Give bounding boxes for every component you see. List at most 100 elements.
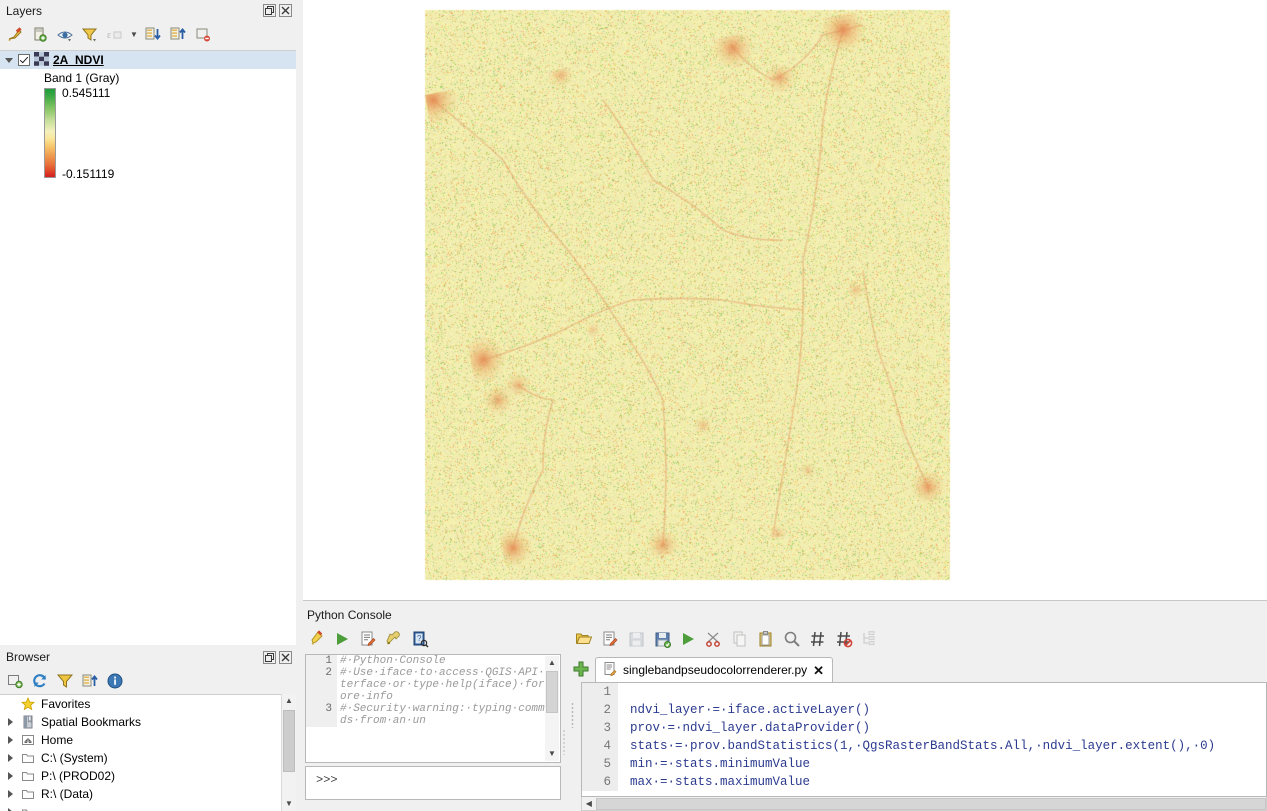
expand-arrow[interactable] [5,771,15,781]
scroll-up-arrow[interactable]: ▲ [282,694,296,708]
layers-close-button[interactable] [279,4,292,17]
eye-icon[interactable] [53,24,77,46]
help-book-icon[interactable]: ? [407,627,433,651]
raster-layer-icon [34,51,49,69]
add-group-icon[interactable] [28,24,52,46]
add-layer-icon[interactable] [3,670,27,692]
code-line: 5 min·=·stats.minimumValue [582,755,1266,773]
browser-item-home[interactable]: Home [0,731,296,749]
code-line-number: 2 [582,701,618,719]
ndvi-raster-layer [303,0,1267,600]
layers-float-button[interactable] [263,4,276,17]
console-output-scrollbar[interactable]: ▲ ▼ [545,656,559,761]
editor-horizontal-scrollbar[interactable]: ◀ [581,797,1267,811]
color-ramp-gradient [44,88,56,178]
code-line-number: 6 [582,773,618,791]
editor-tab-singlebandpseudocolorrenderer[interactable]: singlebandpseudocolorrenderer.py ✕ [595,657,834,682]
browser-toolbar [0,669,296,693]
expand-all-icon[interactable] [141,24,165,46]
browser-item-spatial-bookmarks[interactable]: Spatial Bookmarks [0,713,296,731]
paintbrush-icon[interactable] [3,24,27,46]
broom-icon[interactable] [303,627,329,651]
editor-tab-label: singlebandpseudocolorrenderer.py [623,663,808,677]
tree-icon[interactable] [857,627,883,651]
browser-item-c-system[interactable]: C:\ (System) [0,749,296,767]
bookmark-icon [20,714,36,730]
python-console-panel: Python Console ? 1 #·Python·Console 2 #·… [303,604,1267,811]
copy-icon[interactable] [727,627,753,651]
expand-arrow[interactable] [5,699,15,709]
browser-tree[interactable]: Favorites Spatial Bookmarks Home C:\ (Sy… [0,694,296,811]
scrollbar-thumb[interactable] [546,671,558,713]
browser-float-button[interactable] [263,650,276,664]
editor-code-area[interactable]: 1 2 ndvi_layer·=·iface.activeLayer() 3 p… [581,682,1267,797]
save-icon[interactable] [623,627,649,651]
play-icon[interactable] [675,627,701,651]
browser-close-button[interactable] [279,650,292,664]
output-line: 3 #·Security·warning:·typing·commands·fr… [306,703,560,727]
expression-filter-icon[interactable]: ε [103,24,127,46]
paste-icon[interactable] [753,627,779,651]
browser-item-favorites[interactable]: Favorites [0,695,296,713]
browser-panel: Browser Favorites Spatial Bookmarks Home… [0,645,296,811]
panel-splitter[interactable] [296,0,303,811]
map-canvas[interactable] [303,0,1267,601]
expression-filter-dropdown-arrow[interactable]: ▼ [128,24,140,46]
expand-arrow[interactable] [5,807,15,811]
magnifier-icon[interactable] [779,627,805,651]
scroll-up-arrow[interactable]: ▲ [545,656,559,670]
filter-icon[interactable] [78,24,102,46]
collapse-all-icon[interactable] [78,670,102,692]
console-output[interactable]: 1 #·Python·Console 2 #·Use·iface·to·acce… [305,654,561,763]
output-line: 2 #·Use·iface·to·access·QGIS·API·interfa… [306,667,560,703]
layer-visibility-checkbox[interactable] [18,54,30,66]
close-icon[interactable]: ✕ [813,664,824,677]
editor-icon[interactable] [355,627,381,651]
code-line: 1 [582,683,1266,701]
code-line-text: min·=·stats.minimumValue [630,757,811,771]
save-as-icon[interactable] [649,627,675,651]
ramp-min-value: -0.151119 [62,167,115,181]
open-folder-icon[interactable] [571,627,597,651]
editor-drag-handle[interactable] [571,702,574,728]
browser-item-p-prod02[interactable]: P:\ (PROD02) [0,767,296,785]
expand-arrow[interactable] [5,735,15,745]
browser-item-partial[interactable] [0,803,296,811]
browser-item-label: Favorites [41,697,91,711]
console-input-prompt[interactable]: >>> [305,766,561,800]
code-line: 4 stats·=·prov.bandStatistics(1,·QgsRast… [582,737,1266,755]
scissors-icon[interactable] [701,627,727,651]
code-line-number: 4 [582,737,618,755]
layers-tree[interactable]: 2A_NDVI Band 1 (Gray) 0.545111 -0.151119 [0,50,296,645]
info-icon[interactable] [103,670,127,692]
scrollbar-thumb[interactable] [595,797,1266,810]
hash-icon[interactable] [805,627,831,651]
output-line-number: 2 [306,667,337,703]
ramp-max-value: 0.545111 [62,86,111,100]
browser-scrollbar[interactable]: ▲ ▼ [281,694,296,811]
scroll-down-arrow[interactable]: ▼ [282,797,296,811]
add-editor-tab-button[interactable] [567,656,595,682]
browser-item-r-data[interactable]: R:\ (Data) [0,785,296,803]
script-file-icon [604,661,617,679]
new-script-icon[interactable] [597,627,623,651]
chevron-down-icon[interactable] [4,55,14,65]
play-icon[interactable] [329,627,355,651]
filter-icon[interactable] [53,670,77,692]
code-line-number: 5 [582,755,618,773]
wrench-icon[interactable] [381,627,407,651]
refresh-icon[interactable] [28,670,52,692]
collapse-all-icon[interactable] [166,24,190,46]
svg-text:ε: ε [107,30,111,41]
expand-arrow[interactable] [5,753,15,763]
scroll-down-arrow[interactable]: ▼ [545,747,559,761]
expand-arrow[interactable] [5,717,15,727]
browser-item-label: Home [41,733,74,747]
scroll-left-arrow[interactable]: ◀ [582,798,596,810]
layer-item-2a-ndvi[interactable]: 2A_NDVI [0,51,296,69]
scrollbar-thumb[interactable] [283,710,295,772]
expand-arrow[interactable] [5,789,15,799]
browser-item-label: Spatial Bookmarks [41,715,142,729]
remove-layer-icon[interactable] [191,24,215,46]
hash-remove-icon[interactable] [831,627,857,651]
